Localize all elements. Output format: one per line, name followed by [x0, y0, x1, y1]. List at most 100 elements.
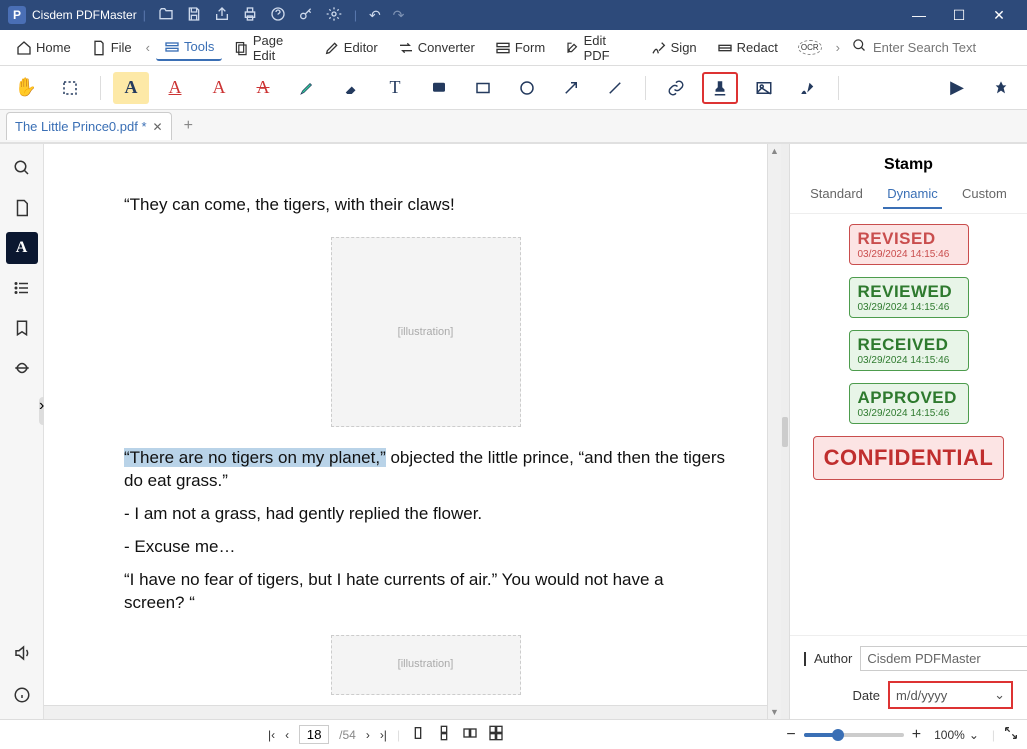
- document-tab[interactable]: The Little Prince0.pdf * ✕: [6, 112, 172, 140]
- viewmode-single[interactable]: [410, 725, 426, 744]
- menu-edit-pdf-label: Edit PDF: [584, 33, 631, 63]
- sidebar-search[interactable]: [6, 152, 38, 184]
- vertical-scrollbar[interactable]: [767, 144, 781, 719]
- stamp-label: CONFIDENTIAL: [824, 445, 994, 471]
- panel-splitter[interactable]: [781, 144, 789, 719]
- menu-file-label: File: [111, 40, 132, 55]
- undo-icon[interactable]: ↶: [369, 7, 381, 24]
- menu-next[interactable]: ›: [834, 36, 842, 59]
- stamp-confidential[interactable]: CONFIDENTIAL: [813, 436, 1005, 480]
- sidebar-bookmarks[interactable]: [6, 312, 38, 344]
- title-bar: P Cisdem PDFMaster | | ↶ ↷ — ☐ ✕: [0, 0, 1027, 30]
- stamp-tab-dynamic[interactable]: Dynamic: [883, 182, 942, 209]
- author-row: Author: [804, 646, 1013, 671]
- zoom-slider[interactable]: [804, 733, 904, 737]
- select-tool[interactable]: [52, 72, 88, 104]
- viewmode-facing[interactable]: [462, 725, 478, 744]
- minimize-button[interactable]: —: [899, 7, 939, 23]
- sidebar-info[interactable]: [6, 679, 38, 711]
- page-number-input[interactable]: [299, 725, 329, 744]
- underline-tool[interactable]: A: [157, 72, 193, 104]
- prev-page-button[interactable]: ‹: [285, 728, 289, 742]
- sidebar-attachments[interactable]: [6, 352, 38, 384]
- text-tool[interactable]: T: [377, 72, 413, 104]
- help-icon[interactable]: [270, 6, 286, 25]
- highlight-tool[interactable]: A: [113, 72, 149, 104]
- sidebar-thumbnails[interactable]: [6, 192, 38, 224]
- menu-tools[interactable]: Tools: [156, 35, 222, 61]
- viewmode-facing-continuous[interactable]: [488, 725, 504, 744]
- share-icon[interactable]: [214, 6, 230, 25]
- sidebar-outline[interactable]: [6, 272, 38, 304]
- open-icon[interactable]: [158, 6, 174, 25]
- add-tab-button[interactable]: +: [178, 117, 199, 135]
- maximize-button[interactable]: ☐: [939, 7, 979, 24]
- menu-page-edit[interactable]: Page Edit: [226, 29, 311, 67]
- marker-tool[interactable]: [289, 72, 325, 104]
- author-input[interactable]: [860, 646, 1027, 671]
- next-page-button[interactable]: ›: [366, 728, 370, 742]
- menu-sign[interactable]: Sign: [643, 36, 705, 60]
- play-tool[interactable]: ▶: [939, 72, 975, 104]
- chevron-down-icon: ⌄: [969, 728, 979, 742]
- print-icon[interactable]: [242, 6, 258, 25]
- settings-icon[interactable]: [326, 6, 342, 25]
- zoom-out-button[interactable]: −: [786, 726, 795, 744]
- fullscreen-button[interactable]: [1003, 725, 1019, 744]
- image-tool[interactable]: [746, 72, 782, 104]
- note-tool[interactable]: [421, 72, 457, 104]
- pin-tool[interactable]: [983, 72, 1019, 104]
- hand-tool[interactable]: ✋: [8, 72, 44, 104]
- document-tabs: The Little Prince0.pdf * ✕ +: [0, 110, 1027, 144]
- first-page-button[interactable]: |‹: [268, 728, 275, 742]
- menu-edit-pdf[interactable]: Edit PDF: [557, 29, 638, 67]
- zoom-in-button[interactable]: +: [912, 726, 921, 744]
- viewmode-continuous[interactable]: [436, 725, 452, 744]
- illustration-tiger: [illustration]: [331, 237, 521, 427]
- stamp-reviewed[interactable]: REVIEWED 03/29/2024 14:15:46: [849, 277, 969, 318]
- menu-editor[interactable]: Editor: [316, 36, 386, 60]
- stamp-revised[interactable]: REVISED 03/29/2024 14:15:46: [849, 224, 969, 265]
- menu-file[interactable]: File: [83, 36, 140, 60]
- search-box[interactable]: [846, 36, 1019, 60]
- squiggly-tool[interactable]: A: [201, 72, 237, 104]
- close-button[interactable]: ✕: [979, 7, 1019, 24]
- redo-icon[interactable]: ↷: [393, 7, 405, 24]
- menu-redact[interactable]: Redact: [709, 36, 786, 60]
- eraser-tool[interactable]: [333, 72, 369, 104]
- key-icon[interactable]: [298, 6, 314, 25]
- search-input[interactable]: [873, 40, 1013, 55]
- menu-ocr[interactable]: OCR: [790, 36, 830, 59]
- link-tool[interactable]: [658, 72, 694, 104]
- zoom-dropdown[interactable]: 100% ⌄: [929, 727, 984, 743]
- stamp-tab-custom[interactable]: Custom: [958, 182, 1011, 209]
- menu-editor-label: Editor: [344, 40, 378, 55]
- author-checkbox[interactable]: [804, 652, 806, 666]
- arrow-tool[interactable]: [553, 72, 589, 104]
- menu-converter[interactable]: Converter: [390, 36, 483, 60]
- signature-tool[interactable]: [790, 72, 826, 104]
- last-page-button[interactable]: ›|: [380, 728, 387, 742]
- rectangle-tool[interactable]: [465, 72, 501, 104]
- stamp-tool[interactable]: [702, 72, 738, 104]
- strikeout-tool[interactable]: A: [245, 72, 281, 104]
- date-picker[interactable]: m/d/yyyy ⌄: [888, 681, 1013, 709]
- stamp-received[interactable]: RECEIVED 03/29/2024 14:15:46: [849, 330, 969, 371]
- tab-close-icon[interactable]: ✕: [153, 120, 163, 134]
- menu-prev[interactable]: ‹: [144, 36, 152, 59]
- panel-title: Stamp: [790, 144, 1027, 182]
- line-tool[interactable]: [597, 72, 633, 104]
- sidebar-sound[interactable]: [6, 637, 38, 669]
- save-icon[interactable]: [186, 6, 202, 25]
- date-value: m/d/yyyy: [896, 688, 947, 703]
- menu-form[interactable]: Form: [487, 36, 553, 60]
- stamp-tab-standard[interactable]: Standard: [806, 182, 867, 209]
- stamp-list: REVISED 03/29/2024 14:15:46 REVIEWED 03/…: [790, 214, 1027, 635]
- sidebar-annotations[interactable]: A: [6, 232, 38, 264]
- horizontal-scrollbar[interactable]: [44, 705, 767, 719]
- stamp-approved[interactable]: APPROVED 03/29/2024 14:15:46: [849, 383, 969, 424]
- app-title: Cisdem PDFMaster: [32, 8, 137, 22]
- circle-tool[interactable]: [509, 72, 545, 104]
- menu-home[interactable]: Home: [8, 36, 79, 60]
- document-viewport[interactable]: “They can come, the tigers, with their c…: [44, 144, 767, 719]
